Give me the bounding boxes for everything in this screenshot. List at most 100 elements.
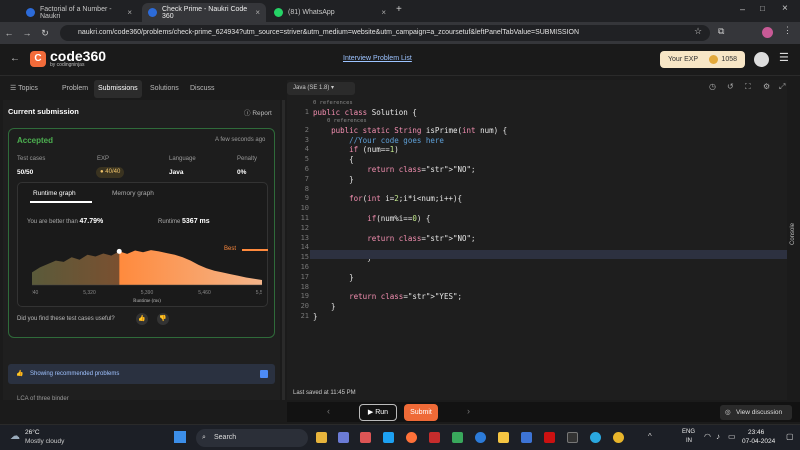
mcafee-icon[interactable] — [544, 432, 555, 443]
checkbox-icon[interactable] — [260, 370, 268, 378]
notification-icon[interactable]: ▢ — [786, 432, 794, 441]
code-line[interactable]: public static String isPrime(int num) { — [313, 126, 507, 135]
interview-problem-list-link[interactable]: Interview Problem List — [343, 55, 412, 62]
code-line[interactable]: return class="str">"NO"; — [313, 165, 475, 174]
app-icon[interactable] — [360, 432, 371, 443]
bookmark-star-icon[interactable]: ☆ — [694, 26, 702, 37]
tab-problem[interactable]: Problem — [58, 80, 92, 98]
view-discussion-button[interactable]: ◎ View discussion — [720, 405, 792, 420]
profile-avatar[interactable] — [762, 27, 773, 38]
hamburger-menu-icon[interactable]: ☰ — [779, 51, 789, 64]
settings-gear-icon[interactable]: ⚙ — [763, 82, 770, 91]
report-button[interactable]: ⓘ Report — [244, 107, 272, 117]
widgets-icon[interactable] — [316, 432, 327, 443]
code-line[interactable]: //Your code goes here — [313, 136, 444, 145]
console-toggle[interactable]: Console — [790, 223, 796, 245]
next-problem-item[interactable]: LCA of three binder — [17, 396, 69, 402]
app-icon[interactable] — [521, 432, 532, 443]
fullscreen-icon[interactable]: ⛶ — [745, 82, 751, 92]
code-line[interactable]: if (num==1) — [313, 145, 399, 154]
code-line[interactable]: { — [313, 155, 354, 164]
chevron-up-icon[interactable]: ^ — [648, 432, 652, 441]
window-close-icon[interactable]: × — [782, 3, 788, 14]
code-line[interactable]: return class="str">"YES"; — [313, 292, 462, 301]
user-avatar[interactable] — [754, 52, 769, 67]
wifi-icon[interactable]: ◠ — [704, 432, 711, 441]
edge-icon[interactable] — [475, 432, 486, 443]
minimize-icon[interactable]: – — [740, 4, 745, 14]
prev-arrow-icon[interactable]: ‹ — [327, 406, 330, 416]
tab-submissions[interactable]: Submissions — [94, 80, 142, 98]
tab-check-prime[interactable]: Check Prime - Naukri Code 360 × — [142, 3, 266, 22]
code-line[interactable]: if(num%i==0) { — [313, 214, 430, 223]
tab-runtime-graph[interactable]: Runtime graph — [33, 190, 76, 197]
reload-icon[interactable]: ↻ — [36, 28, 54, 39]
url-input[interactable]: naukri.com/code360/problems/check-prime_… — [60, 25, 710, 41]
code-line[interactable]: } — [313, 273, 354, 282]
panel-splitter[interactable] — [282, 100, 285, 400]
exp-badge[interactable]: Your EXP 1058 — [660, 51, 745, 68]
close-icon[interactable]: × — [381, 8, 386, 17]
new-tab-button[interactable]: + — [396, 4, 402, 15]
code-line[interactable]: return class="str">"NO"; — [313, 234, 475, 243]
tab-solutions[interactable]: Solutions — [146, 80, 183, 98]
extensions-icon[interactable]: ⧉ — [718, 26, 724, 37]
thumbs-down-icon[interactable]: 👎 — [157, 313, 169, 325]
code-line[interactable]: } — [313, 302, 336, 311]
code360-logo[interactable]: C code360 by codingninjas — [30, 49, 106, 68]
code-lens-references[interactable]: 0 references — [313, 100, 353, 106]
code-line[interactable]: public class Solution { — [313, 108, 417, 117]
file-explorer-icon[interactable] — [498, 432, 509, 443]
tab-topics[interactable]: ☰ Topics — [6, 80, 42, 98]
thumbs-up-icon[interactable]: 👍 — [136, 313, 148, 325]
reset-icon[interactable]: ↺ — [727, 82, 734, 91]
code-line[interactable]: } — [313, 175, 354, 184]
weather-icon[interactable]: ☁ — [10, 431, 20, 442]
run-button[interactable]: ▶ Run — [359, 404, 397, 421]
tab-factorial[interactable]: Factorial of a Number - Naukri × — [20, 3, 138, 22]
app-icon[interactable] — [429, 432, 440, 443]
run-label: Run — [375, 409, 389, 416]
teams-icon[interactable] — [338, 432, 349, 443]
back-icon[interactable]: ← — [0, 28, 18, 38]
line-number: 19 — [300, 292, 309, 301]
maximize-icon[interactable]: □ — [760, 4, 765, 13]
code-line[interactable]: } — [313, 312, 318, 321]
code-lens-references[interactable]: 0 references — [327, 118, 367, 124]
tab-label: Check Prime - Naukri Code 360 — [162, 5, 248, 20]
code-line[interactable]: for(int i=2;i*i<num;i++){ — [313, 194, 462, 203]
close-icon[interactable]: × — [127, 8, 132, 17]
expand-icon[interactable]: ⤢ — [779, 82, 785, 92]
clock-time[interactable]: 23:46 — [748, 429, 764, 436]
language-indicator[interactable]: ENG — [682, 429, 695, 435]
firefox-icon[interactable] — [406, 432, 417, 443]
code-area[interactable]: 0 references 1 public class Solution {0 re… — [287, 100, 787, 350]
recommended-banner[interactable]: 👍 Showing recommended problems — [8, 364, 275, 384]
app-icon[interactable] — [567, 432, 578, 443]
windows-start-icon[interactable] — [174, 431, 186, 443]
line-number: 17 — [300, 272, 309, 281]
submit-button[interactable]: Submit — [404, 404, 438, 421]
submission-panel: Current submission ⓘ Report Accepted A f… — [3, 100, 280, 402]
app-icon[interactable] — [590, 432, 601, 443]
line-number: 2 — [304, 125, 309, 134]
code-editor[interactable]: Java (SE 1.8) ▾ ◷ ↺ ⛶ ⚙ ⤢ 0 references 1 p… — [287, 80, 787, 400]
tab-discuss[interactable]: Discuss — [186, 80, 219, 98]
chrome-icon[interactable] — [613, 432, 624, 443]
language-label: Language — [169, 156, 196, 162]
back-arrow-icon[interactable]: ← — [10, 53, 20, 64]
taskbar-search[interactable]: ⌕ Search — [196, 429, 308, 447]
browser-menu-icon[interactable]: ⋮ — [783, 25, 792, 36]
tab-memory-graph[interactable]: Memory graph — [112, 190, 154, 197]
volume-icon[interactable]: ♪ — [716, 432, 720, 441]
next-arrow-icon[interactable]: › — [467, 406, 470, 416]
line-number: 10 — [300, 204, 309, 213]
app-icon[interactable] — [383, 432, 394, 443]
forward-icon[interactable]: → — [18, 28, 36, 38]
app-icon[interactable] — [452, 432, 463, 443]
timer-icon[interactable]: ◷ — [709, 82, 716, 91]
tab-whatsapp[interactable]: (81) WhatsApp × — [268, 3, 392, 22]
language-select[interactable]: Java (SE 1.8) ▾ — [287, 82, 355, 95]
battery-icon[interactable]: ▭ — [728, 432, 736, 441]
close-icon[interactable]: × — [255, 8, 260, 17]
